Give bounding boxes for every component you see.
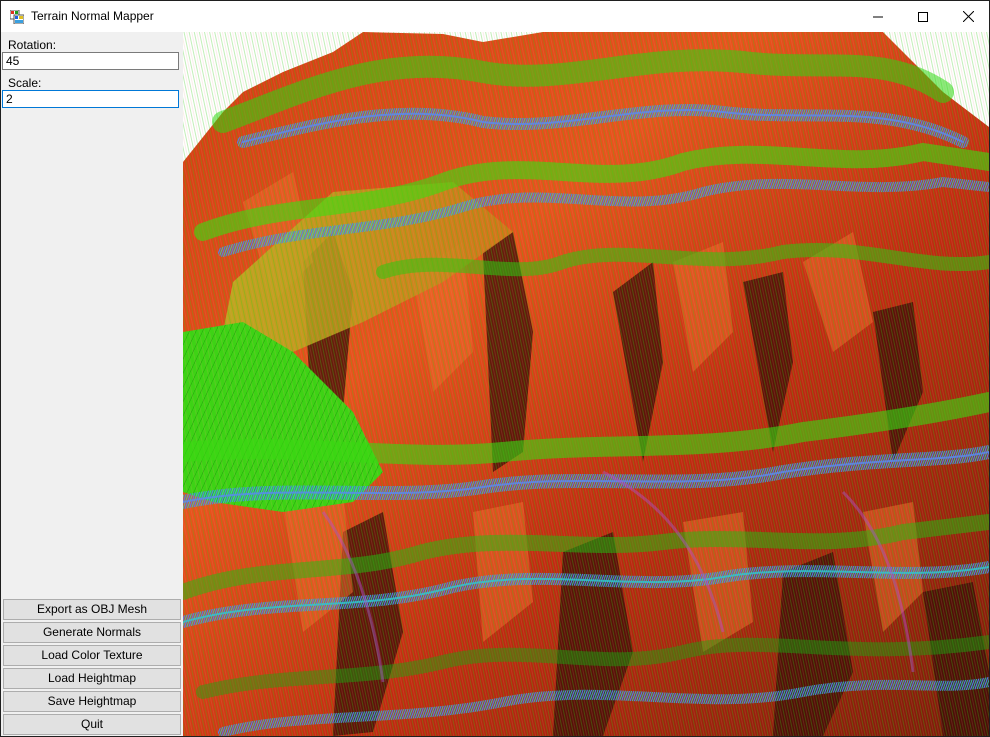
load-color-texture-button[interactable]: Load Color Texture (3, 645, 181, 666)
normal-vector-overlay (183, 32, 989, 736)
control-panel: Rotation: Scale: Export as OBJ Mesh Gene… (1, 32, 183, 736)
quit-button[interactable]: Quit (3, 714, 181, 735)
maximize-button[interactable] (900, 1, 946, 32)
window-title: Terrain Normal Mapper (31, 9, 154, 23)
save-heightmap-button[interactable]: Save Heightmap (3, 691, 181, 712)
maximize-icon (918, 11, 928, 22)
export-obj-button[interactable]: Export as OBJ Mesh (3, 599, 181, 620)
close-button[interactable] (945, 1, 989, 32)
app-icon (9, 9, 25, 25)
scale-label: Scale: (8, 76, 42, 90)
minimize-button[interactable] (855, 1, 901, 32)
minimize-icon (873, 16, 883, 17)
close-icon (962, 11, 974, 22)
title-bar: Terrain Normal Mapper (1, 1, 989, 32)
rotation-input[interactable] (2, 52, 179, 70)
scale-input[interactable] (2, 90, 179, 108)
generate-normals-button[interactable]: Generate Normals (3, 622, 181, 643)
app-window: Terrain Normal Mapper Rotation: Scale: E… (0, 0, 990, 737)
rotation-label: Rotation: (8, 38, 57, 52)
load-heightmap-button[interactable]: Load Heightmap (3, 668, 181, 689)
terrain-render (183, 32, 989, 736)
terrain-viewport[interactable] (183, 32, 989, 736)
